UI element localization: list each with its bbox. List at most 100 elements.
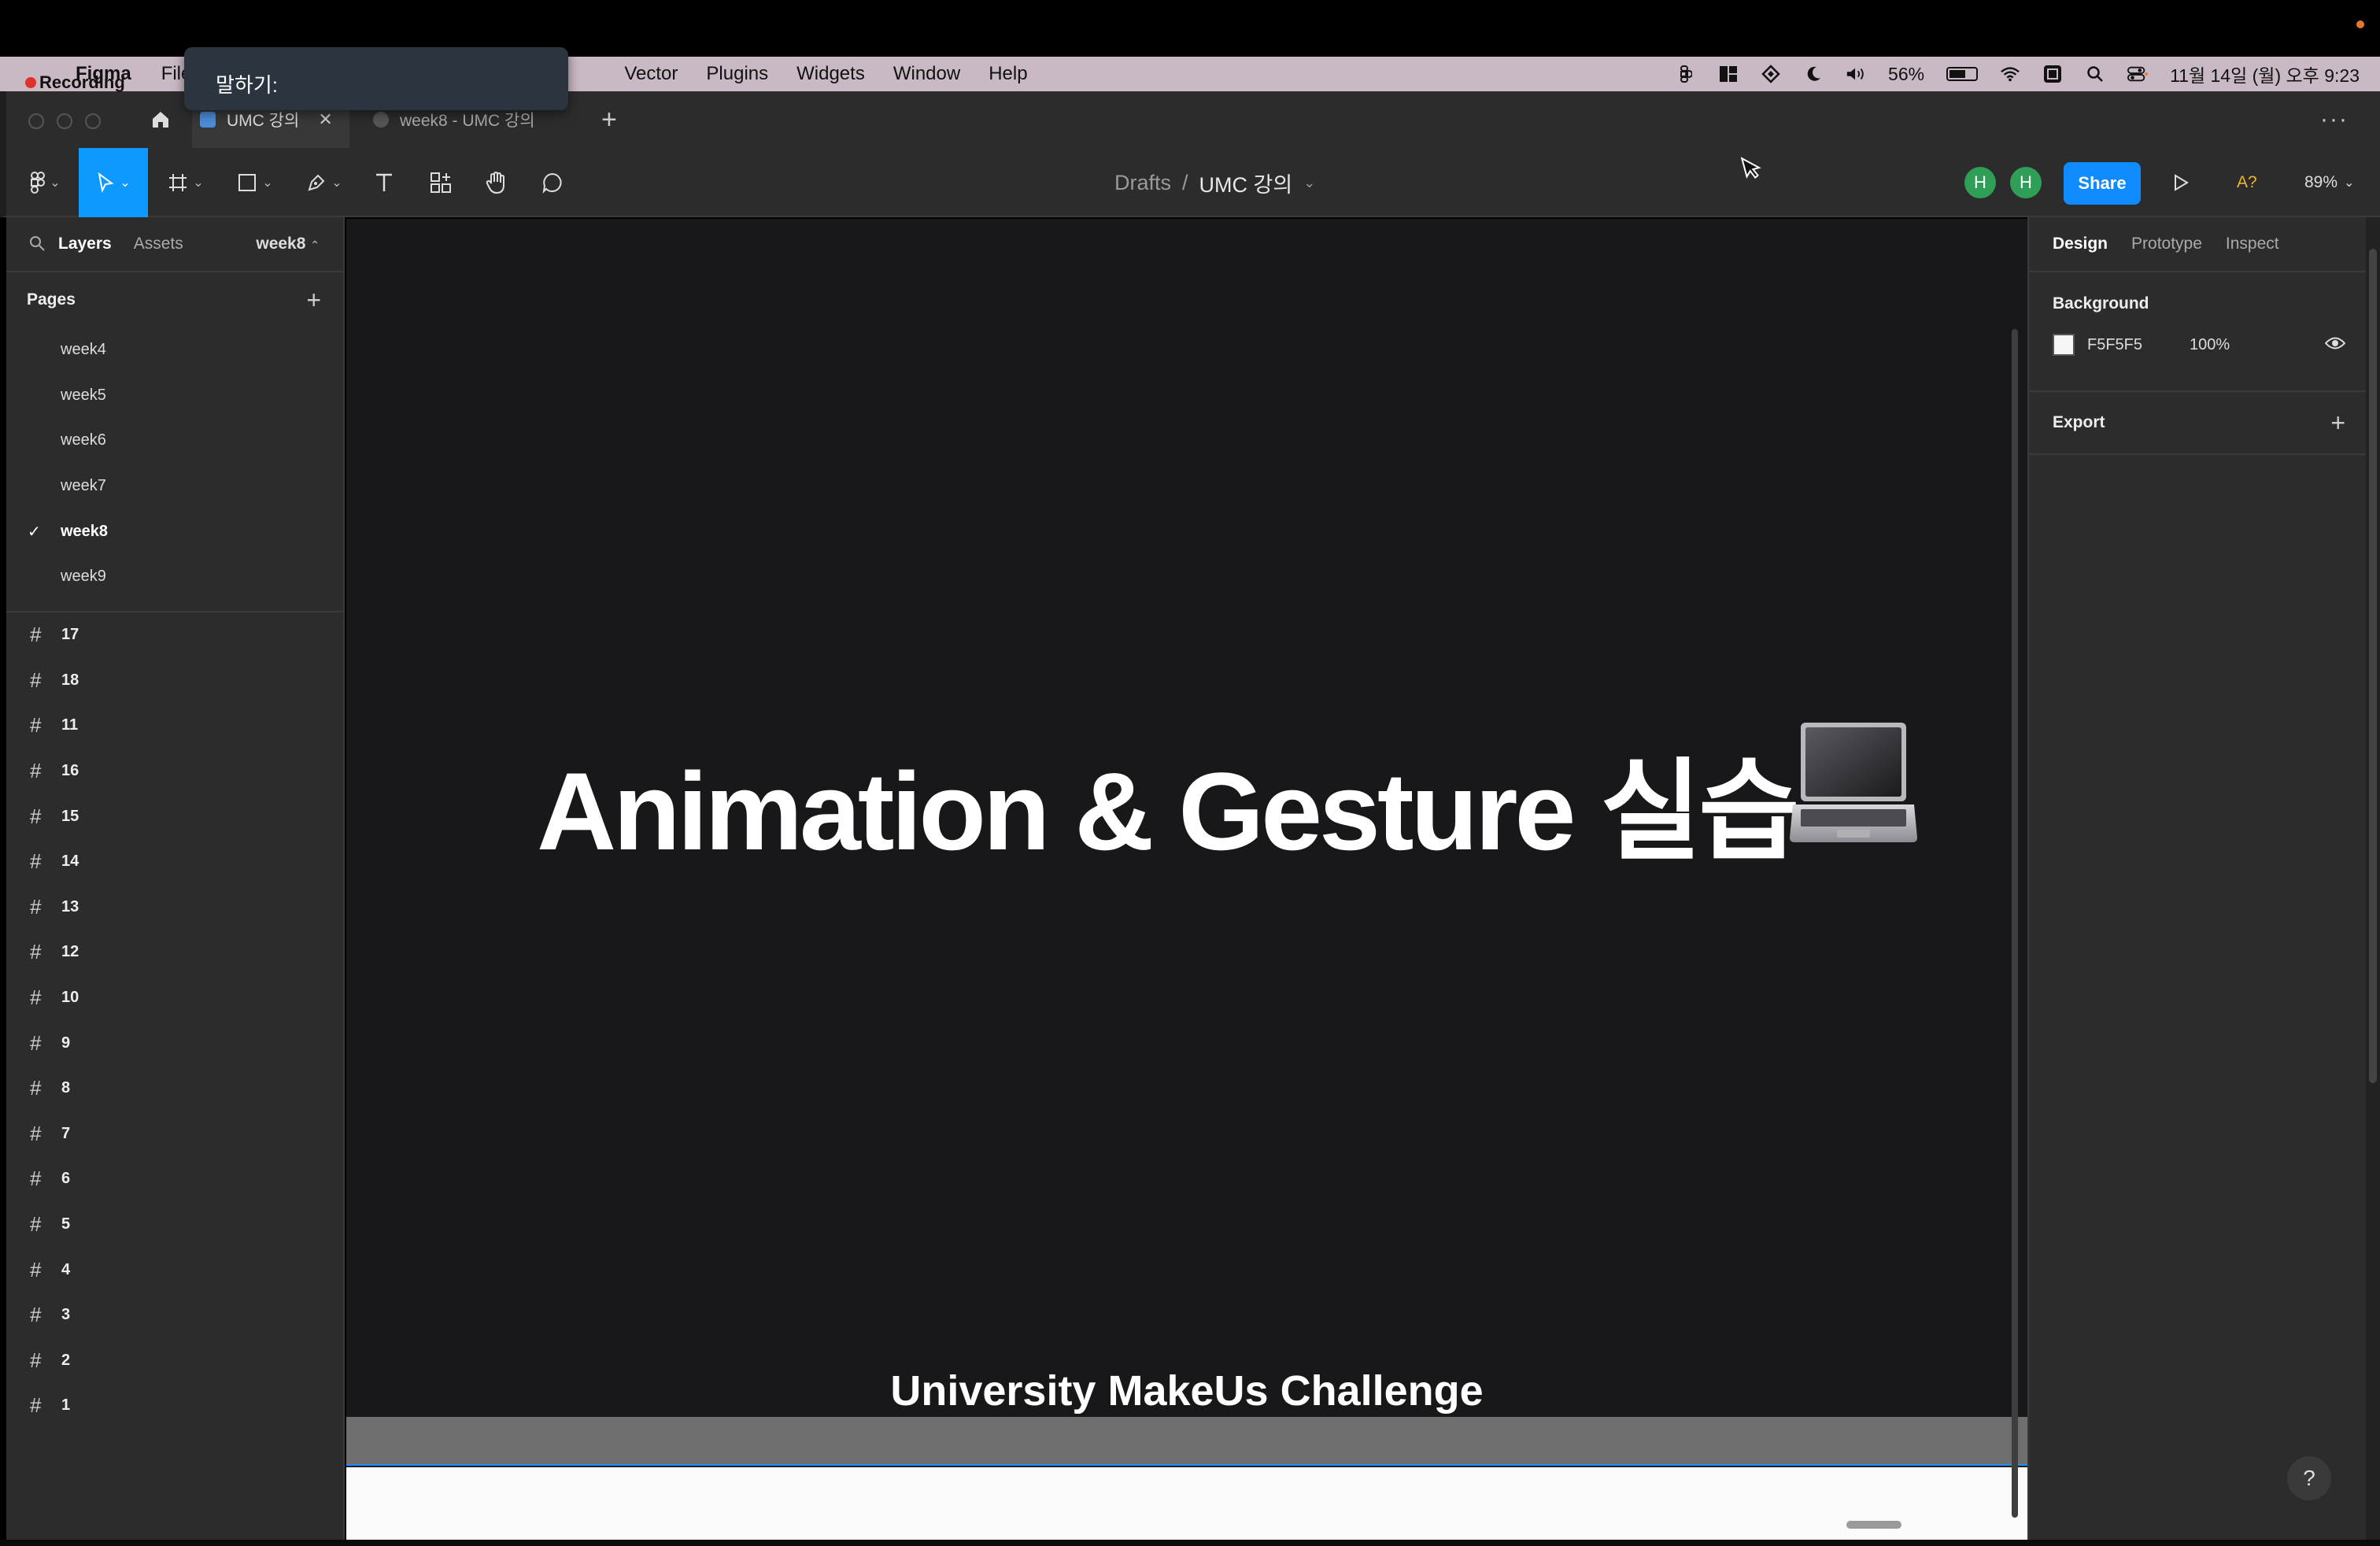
text-tool-button[interactable] xyxy=(367,148,401,217)
figma-menu-icon[interactable] xyxy=(1676,65,1696,83)
page-item-label: week7 xyxy=(61,477,106,495)
canvas-background[interactable] xyxy=(346,1467,2027,1540)
layer-frame-item[interactable]: #8 xyxy=(6,1066,343,1111)
layer-frame-item[interactable]: #16 xyxy=(6,749,343,794)
menu-bar-clock[interactable]: 11월 14일 (월) 오후 9:23 xyxy=(2170,61,2360,87)
menu-widgets[interactable]: Widgets xyxy=(796,63,865,85)
missing-fonts-button[interactable]: A? xyxy=(2237,148,2257,217)
search-icon[interactable] xyxy=(28,235,47,253)
input-method-icon[interactable] xyxy=(2042,65,2063,83)
add-export-icon[interactable]: + xyxy=(2330,409,2345,438)
comment-tool-button[interactable] xyxy=(535,148,570,217)
frame-hash-icon: # xyxy=(30,1167,42,1191)
vertical-scrollbar[interactable] xyxy=(2012,329,2018,1518)
share-button[interactable]: Share xyxy=(2064,162,2141,205)
play-icon xyxy=(2175,174,2189,191)
layer-frame-item[interactable]: #3 xyxy=(6,1293,343,1338)
menu-vector[interactable]: Vector xyxy=(624,63,678,85)
layer-label: 17 xyxy=(61,626,79,644)
avatar[interactable]: H xyxy=(2010,167,2042,198)
main-menu-button[interactable]: ⌄ xyxy=(22,148,69,217)
frame-icon xyxy=(169,174,187,191)
canvas[interactable]: Animation & Gesture 실습 University MakeUs… xyxy=(346,219,2027,1540)
layer-frame-item[interactable]: #10 xyxy=(6,975,343,1021)
layer-frame-item[interactable]: #18 xyxy=(6,658,343,704)
layer-frame-item[interactable]: #4 xyxy=(6,1247,343,1293)
next-frame-preview[interactable] xyxy=(346,1417,2027,1466)
slide-footer-title[interactable]: University MakeUs Challenge xyxy=(346,1367,2027,1415)
layer-label: 2 xyxy=(61,1351,71,1369)
layer-frame-item[interactable]: #12 xyxy=(6,930,343,975)
resources-tool-button[interactable] xyxy=(423,148,458,217)
file-name[interactable]: UMC 강의 xyxy=(1199,168,1293,198)
menu-plugins[interactable]: Plugins xyxy=(706,63,768,85)
layer-frame-item[interactable]: #2 xyxy=(6,1338,343,1384)
frame-tool-button[interactable]: ⌄ xyxy=(161,148,211,217)
layer-frame-item[interactable]: #15 xyxy=(6,793,343,839)
help-button[interactable]: ? xyxy=(2287,1456,2331,1500)
page-item-week5[interactable]: week5 xyxy=(6,373,343,419)
right-panel-tabs: Design Prototype Inspect xyxy=(2029,217,2366,272)
pages-list[interactable]: week4 week5 week6 week7 ✓ week8 week9 xyxy=(6,327,343,612)
tab-inspect[interactable]: Inspect xyxy=(2226,235,2279,253)
layer-frame-item[interactable]: #14 xyxy=(6,839,343,885)
layer-frame-item[interactable]: #6 xyxy=(6,1156,343,1202)
home-tab[interactable] xyxy=(129,91,192,148)
breadcrumb-drafts[interactable]: Drafts xyxy=(1114,171,1171,195)
menu-window[interactable]: Window xyxy=(893,63,960,85)
present-button[interactable] xyxy=(2172,148,2190,217)
tab-design[interactable]: Design xyxy=(2053,235,2108,253)
slide-headline[interactable]: Animation & Gesture 실습 xyxy=(537,723,1800,882)
spotlight-search-icon[interactable] xyxy=(2085,65,2105,83)
minimize-window-button[interactable] xyxy=(57,113,72,129)
layer-frame-item[interactable]: #11 xyxy=(6,703,343,749)
control-center-icon[interactable] xyxy=(2127,65,2149,83)
page-item-week9[interactable]: week9 xyxy=(6,554,343,600)
zoom-window-button[interactable] xyxy=(85,113,101,129)
close-tab-icon[interactable]: ✕ xyxy=(318,109,332,130)
zoom-dropdown[interactable]: 89% ⌄ xyxy=(2304,148,2354,217)
eye-icon[interactable] xyxy=(2324,334,2346,356)
hand-tool-button[interactable] xyxy=(479,148,513,217)
moon-icon[interactable] xyxy=(1803,65,1824,83)
current-page-selector[interactable]: week8 ⌃ xyxy=(256,235,320,253)
window-layout-icon[interactable] xyxy=(1718,65,1739,83)
wifi-icon[interactable] xyxy=(2000,65,2020,83)
battery-icon[interactable] xyxy=(1946,67,1979,81)
background-color-swatch[interactable] xyxy=(2053,334,2075,356)
scroll-thumb[interactable] xyxy=(2369,249,2377,1083)
horizontal-scrollbar[interactable] xyxy=(1846,1521,1901,1529)
new-tab-button[interactable]: + xyxy=(601,91,617,148)
page-item-week6[interactable]: week6 xyxy=(6,418,343,464)
shape-tool-button[interactable]: ⌄ xyxy=(230,148,280,217)
background-opacity-input[interactable]: 100% xyxy=(2190,336,2230,354)
background-hex-input[interactable]: F5F5F5 xyxy=(2087,336,2142,354)
layer-frame-item[interactable]: #5 xyxy=(6,1202,343,1248)
layer-frame-item[interactable]: #17 xyxy=(6,612,343,658)
page-item-week7[interactable]: week7 xyxy=(6,464,343,509)
layer-label: 5 xyxy=(61,1215,71,1233)
page-item-week8[interactable]: ✓ week8 xyxy=(6,509,343,554)
page-item-week4[interactable]: week4 xyxy=(6,327,343,373)
window-edge-scrollbar xyxy=(2366,217,2380,1540)
right-sidebar: Design Prototype Inspect Background F5F5… xyxy=(2027,217,2366,1540)
layer-frame-item[interactable]: #7 xyxy=(6,1111,343,1157)
chevron-down-icon[interactable]: ⌄ xyxy=(1303,175,1315,191)
drone-status-icon[interactable] xyxy=(1761,65,1781,83)
close-window-button[interactable] xyxy=(28,113,44,129)
slide-frame[interactable]: Animation & Gesture 실습 University MakeUs… xyxy=(346,219,2027,1417)
layer-frame-item[interactable]: #1 xyxy=(6,1383,343,1429)
menu-help[interactable]: Help xyxy=(989,63,1027,85)
tab-layers[interactable]: Layers xyxy=(58,235,112,253)
layer-frame-item[interactable]: #9 xyxy=(6,1020,343,1066)
menu-bar-status-area: 56% 11월 14일 (월) 오후 9:23 xyxy=(1676,57,2360,91)
layer-frame-item[interactable]: #13 xyxy=(6,885,343,930)
more-options-icon[interactable]: ··· xyxy=(2320,91,2349,148)
volume-icon[interactable] xyxy=(1846,65,1866,83)
pen-tool-button[interactable]: ⌄ xyxy=(299,148,349,217)
move-tool-button[interactable]: ⌄ xyxy=(79,148,148,217)
avatar[interactable]: H xyxy=(1964,167,1996,198)
tab-assets[interactable]: Assets xyxy=(134,235,183,253)
add-page-icon[interactable]: + xyxy=(306,286,321,315)
tab-prototype[interactable]: Prototype xyxy=(2131,235,2202,253)
